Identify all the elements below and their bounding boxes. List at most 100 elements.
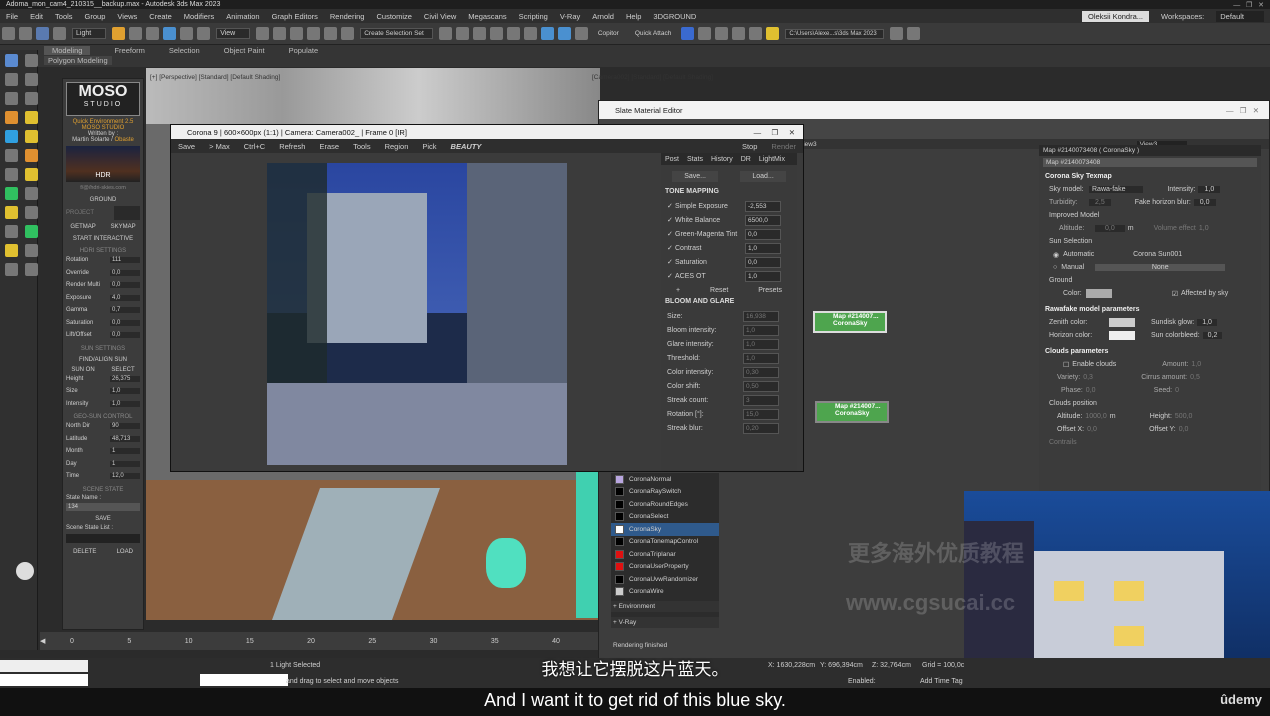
affected-checkbox[interactable]: ☑	[1172, 290, 1178, 298]
clouds-altitude-spinner[interactable]: 1000,0	[1085, 413, 1106, 420]
project-fields[interactable]	[114, 206, 140, 220]
tone-mapping-spinner[interactable]: 0,0	[745, 228, 781, 240]
menu-item[interactable]: Rendering	[330, 12, 365, 21]
menu-item[interactable]: 3DGROUND	[653, 12, 696, 21]
redo-icon[interactable]	[19, 27, 32, 40]
param-spinner[interactable]: 1,0	[110, 400, 140, 407]
timeline-arrow-icon[interactable]: ◀	[40, 637, 70, 645]
param-spinner[interactable]: 4,0	[110, 294, 140, 301]
param-spinner[interactable]: 111	[110, 257, 140, 264]
sundisk-spinner[interactable]: 1,0	[1197, 319, 1217, 326]
render-image[interactable]	[267, 163, 567, 465]
clouds-section[interactable]: Clouds parameters	[1045, 348, 1255, 355]
ribbon-tab-modeling[interactable]: Modeling	[44, 46, 91, 55]
project-path-dropdown[interactable]: C:\Users\Alexe...s\3ds Max 2023	[785, 28, 884, 39]
bloom-spinner[interactable]: 1,0	[743, 324, 779, 336]
reference-coord-dropdown[interactable]: View	[216, 28, 251, 39]
material-list-item[interactable]: CoronaUserProperty	[611, 561, 719, 574]
rawafake-section[interactable]: Rawafake model parameters	[1045, 306, 1255, 313]
tone-mapping-spinner[interactable]: 1,0	[745, 242, 781, 254]
unlink-icon[interactable]	[53, 27, 66, 40]
menu-item[interactable]: Views	[117, 12, 137, 21]
tool-icon[interactable]	[25, 263, 38, 276]
param-spinner[interactable]: 1	[110, 460, 140, 467]
rotate-icon[interactable]	[180, 27, 194, 40]
state-list-dropdown[interactable]	[66, 533, 140, 543]
ribbon-tab-freeform[interactable]: Freeform	[114, 46, 144, 55]
manual-radio[interactable]: ○	[1053, 264, 1057, 271]
check-icon[interactable]: ✓	[667, 216, 675, 224]
vfb-save-button[interactable]: Save	[178, 142, 195, 151]
param-spinner[interactable]: 26,375	[110, 375, 140, 382]
bloom-glare-section[interactable]: BLOOM AND GLARE	[665, 298, 793, 305]
tool-icon[interactable]	[25, 206, 38, 219]
helper-icon[interactable]	[25, 149, 38, 162]
tool-icon[interactable]	[5, 187, 18, 200]
material-list-item[interactable]: CoronaWire	[611, 586, 719, 599]
offset-y-spinner[interactable]: 0,0	[1179, 426, 1189, 433]
tab-stats[interactable]: Stats	[687, 156, 703, 163]
rendered-frame-icon[interactable]	[574, 27, 588, 40]
menu-item[interactable]: Graph Editors	[272, 12, 318, 21]
menu-item[interactable]: Scripting	[519, 12, 548, 21]
vray-group[interactable]: + V-Ray	[611, 617, 719, 628]
menu-item[interactable]: Create	[149, 12, 172, 21]
fake-horizon-spinner[interactable]: 0,0	[1193, 199, 1216, 206]
colorbleed-spinner[interactable]: 0,2	[1202, 332, 1223, 339]
param-spinner[interactable]: 1	[110, 448, 140, 455]
layer-explorer-icon[interactable]	[472, 27, 486, 40]
window-controls[interactable]: — ❐ ✕	[1233, 1, 1264, 9]
save-state-button[interactable]: SAVE	[63, 516, 143, 522]
menu-item[interactable]: Civil View	[424, 12, 456, 21]
rect-select-icon[interactable]	[146, 27, 160, 40]
cirrus-spinner[interactable]: 0,5	[1190, 374, 1200, 381]
bloom-spinner[interactable]: 0,50	[743, 380, 779, 392]
bloom-spinner[interactable]: 15,0	[743, 408, 779, 420]
user-account[interactable]: Oleksii Kondra...	[1081, 10, 1150, 22]
material-list-item[interactable]: CoronaTonemapControl	[611, 536, 719, 549]
menu-item[interactable]: Arnold	[592, 12, 614, 21]
utilities-icon[interactable]	[25, 92, 38, 105]
menu-item[interactable]: File	[6, 12, 18, 21]
timeline[interactable]: ◀ 0 5 10 15 20 25 30 35 40	[40, 632, 600, 650]
snap-icon[interactable]	[273, 27, 287, 40]
add-operator-button[interactable]: +	[676, 287, 680, 294]
select-by-name-icon[interactable]	[129, 27, 143, 40]
schematic-icon[interactable]	[523, 27, 537, 40]
percent-snap-icon[interactable]	[307, 27, 321, 40]
clouds-height-spinner[interactable]: 500,0	[1175, 413, 1193, 420]
render-setup-icon[interactable]	[557, 27, 571, 40]
material-editor-icon[interactable]	[540, 27, 554, 40]
param-spinner[interactable]: 12,0	[110, 473, 140, 480]
tool-icon[interactable]	[698, 27, 712, 40]
scale-icon[interactable]	[197, 27, 211, 40]
param-spinner[interactable]: 0,7	[110, 307, 140, 314]
bloom-spinner[interactable]: 3	[743, 394, 779, 406]
bloom-spinner[interactable]: 1,0	[743, 338, 779, 350]
getmap-button[interactable]: GETMAP	[70, 224, 95, 230]
tool-icon[interactable]	[749, 27, 763, 40]
offset-x-spinner[interactable]: 0,0	[1087, 426, 1149, 433]
zenith-color-swatch[interactable]	[1109, 318, 1135, 327]
angle-snap-icon[interactable]	[290, 27, 304, 40]
tone-mapping-spinner[interactable]: 0,0	[745, 256, 781, 268]
vfb-stop-button[interactable]: Stop	[742, 142, 757, 151]
reset-button[interactable]: Reset	[710, 287, 728, 294]
script-icon[interactable]	[5, 111, 18, 124]
hdr-thumbnail[interactable]: HDR	[66, 146, 140, 182]
corona-sky-section[interactable]: Corona Sky Texmap	[1045, 173, 1255, 180]
volume-effect-spinner[interactable]: 1,0	[1199, 225, 1209, 232]
coronasky-node-selected[interactable]: Map #214007... CoronaSky	[813, 311, 887, 333]
link-icon[interactable]	[36, 27, 49, 40]
vfb-render-element[interactable]: BEAUTY	[451, 142, 482, 151]
map-name-field[interactable]: Map #2140073408	[1043, 158, 1257, 167]
vfb-copy-button[interactable]: Ctrl+C	[244, 142, 265, 151]
menu-item[interactable]: Help	[626, 12, 641, 21]
curve-editor-icon[interactable]	[506, 27, 520, 40]
warning-icon[interactable]	[766, 27, 780, 40]
sky-model-dropdown[interactable]: Rawa-fake	[1089, 186, 1144, 193]
tab-post[interactable]: Post	[665, 156, 679, 163]
pivot-icon[interactable]	[256, 27, 270, 40]
camera-icon[interactable]	[5, 149, 18, 162]
tab-dr[interactable]: DR	[741, 156, 751, 163]
